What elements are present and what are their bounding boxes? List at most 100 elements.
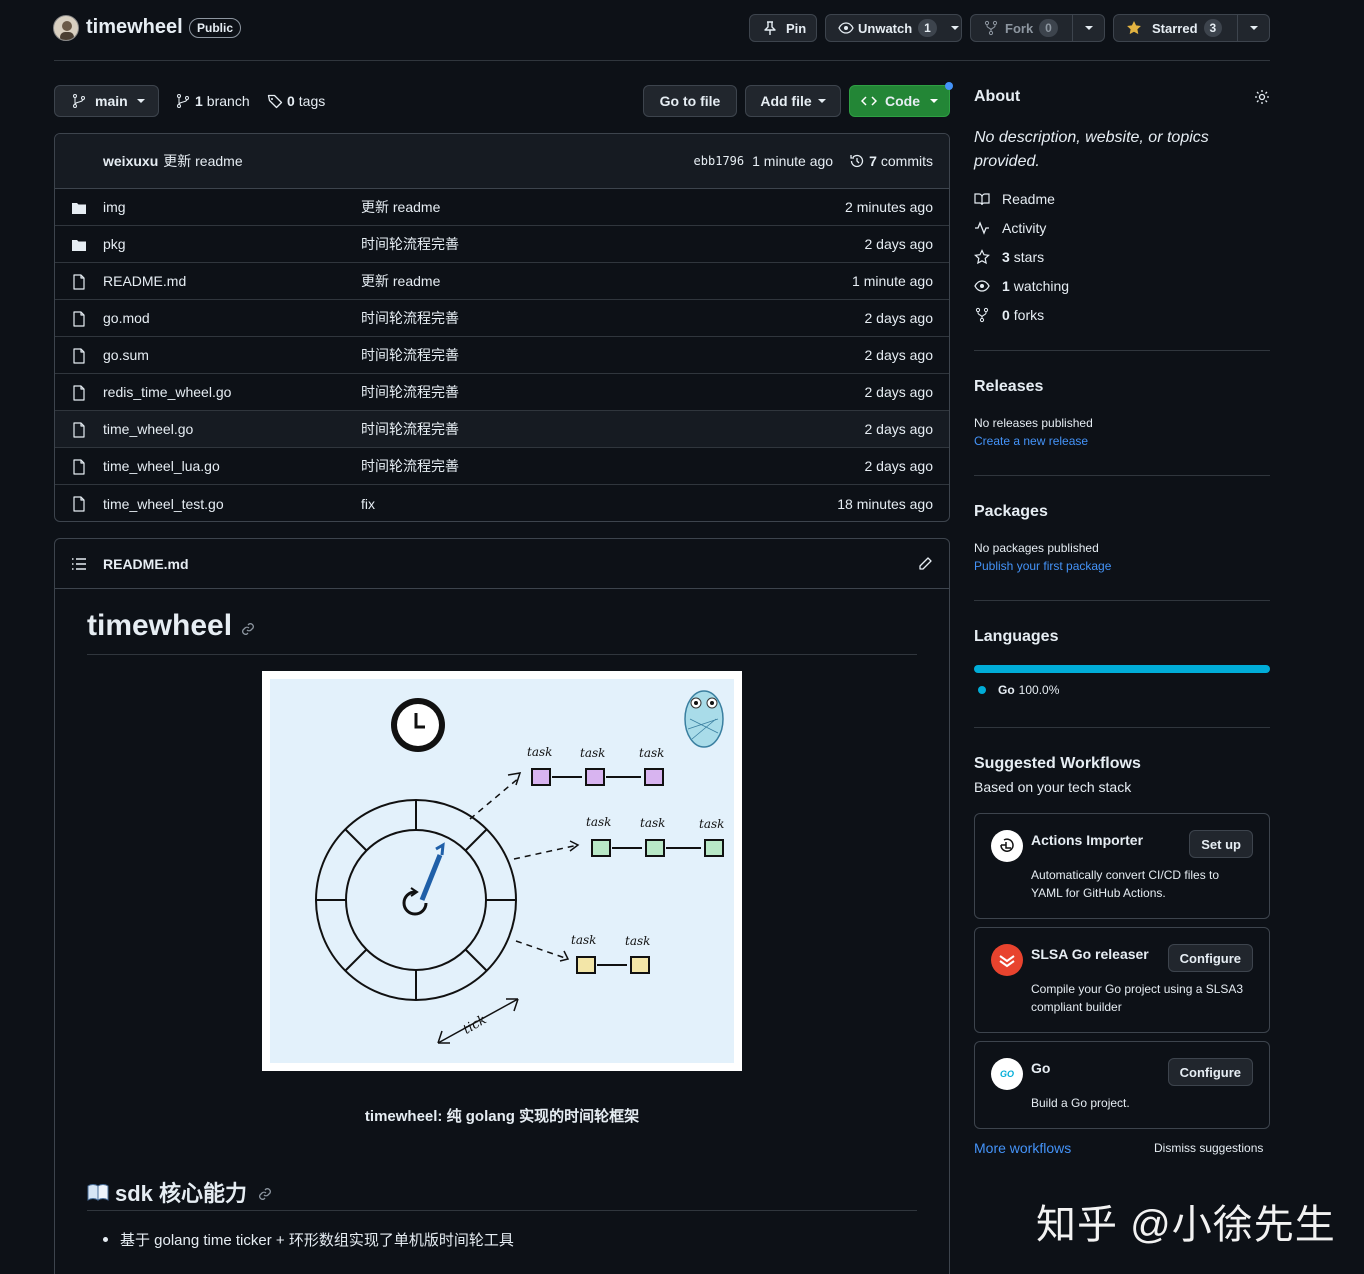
file-commit-message[interactable]: 时间轮流程完善 [361, 456, 459, 476]
readme-header: README.md [55, 539, 949, 589]
file-commit-message[interactable]: 时间轮流程完善 [361, 345, 459, 365]
file-name[interactable]: go.sum [103, 347, 149, 363]
workflows-subheading: Based on your tech stack [974, 779, 1132, 795]
commits-label[interactable]: commits [881, 153, 933, 169]
file-age: 2 days ago [864, 310, 934, 326]
watching-count: 1 [1002, 278, 1010, 294]
releases-empty: No releases published [974, 416, 1093, 430]
forks-link[interactable]: 0 forks [974, 307, 1044, 323]
commit-author[interactable]: weixuxu [103, 153, 158, 169]
pin-button[interactable]: Pin [749, 14, 817, 42]
releases-heading[interactable]: Releases [974, 378, 1043, 396]
add-file-button[interactable]: Add file [745, 85, 841, 117]
workflow-card-slsa-go-releaser: SLSA Go releaser Configure Compile your … [974, 927, 1270, 1033]
forks-count: 0 [1002, 307, 1010, 323]
file-row[interactable]: time_wheel_lua.go 时间轮流程完善 2 days ago [55, 448, 949, 485]
file-name[interactable]: img [103, 199, 126, 215]
about-description: No description, website, or topics provi… [974, 129, 1209, 170]
file-commit-message[interactable]: fix [361, 496, 375, 512]
unwatch-label: Unwatch [858, 20, 913, 36]
file-name[interactable]: go.mod [103, 310, 150, 326]
fork-dropdown[interactable] [1072, 15, 1104, 41]
chevron-down-icon [817, 99, 826, 103]
workflow-description: Build a Go project. [1031, 1096, 1130, 1110]
anchor-link-icon[interactable] [257, 1186, 273, 1202]
header-divider [54, 60, 1270, 61]
watch-count: 1 [918, 19, 937, 37]
tags-count: 0 [287, 93, 295, 109]
gear-icon[interactable] [1254, 89, 1270, 105]
readme-filename[interactable]: README.md [103, 556, 189, 572]
star-dropdown[interactable] [1237, 15, 1269, 41]
commits-count[interactable]: 7 [869, 153, 877, 169]
file-commit-message[interactable]: 更新 readme [361, 197, 440, 217]
more-workflows-link[interactable]: More workflows [974, 1140, 1071, 1156]
file-commit-message[interactable]: 时间轮流程完善 [361, 419, 459, 439]
file-row[interactable]: go.sum 时间轮流程完善 2 days ago [55, 337, 949, 374]
file-row[interactable]: redis_time_wheel.go 时间轮流程完善 2 days ago [55, 374, 949, 411]
commit-message[interactable]: 更新 readme [163, 151, 242, 171]
configure-button[interactable]: Configure [1167, 944, 1253, 972]
file-name[interactable]: README.md [103, 273, 186, 289]
file-name[interactable]: time_wheel_test.go [103, 496, 224, 512]
create-release-link[interactable]: Create a new release [974, 434, 1088, 448]
anchor-link-icon[interactable] [240, 621, 256, 637]
clock-icon [391, 698, 445, 752]
starred-button[interactable]: Starred 3 [1113, 14, 1270, 42]
publish-package-link[interactable]: Publish your first package [974, 559, 1111, 573]
packages-heading[interactable]: Packages [974, 503, 1048, 521]
pencil-icon[interactable] [917, 556, 933, 572]
file-row[interactable]: go.mod 时间轮流程完善 2 days ago [55, 300, 949, 337]
repo-name[interactable]: timewheel [86, 16, 183, 39]
list-icon[interactable] [71, 556, 87, 572]
watching-link[interactable]: 1 watching [974, 278, 1069, 294]
section-divider [87, 1210, 917, 1211]
branches-link[interactable]: 1 branch [175, 93, 250, 109]
file-row[interactable]: time_wheel.go 时间轮流程完善 2 days ago [55, 411, 949, 448]
activity-link[interactable]: Activity [974, 220, 1046, 236]
fork-icon [975, 307, 989, 323]
go-to-file-button[interactable]: Go to file [643, 85, 737, 117]
file-commit-message[interactable]: 时间轮流程完善 [361, 308, 459, 328]
avatar-icon [60, 21, 74, 40]
file-name[interactable]: time_wheel.go [103, 421, 193, 437]
file-row[interactable]: pkg 时间轮流程完善 2 days ago [55, 226, 949, 263]
repo-avatar[interactable] [53, 15, 79, 41]
task-label: task [580, 746, 605, 760]
file-name[interactable]: redis_time_wheel.go [103, 384, 231, 400]
file-age: 2 days ago [864, 458, 934, 474]
file-icon [73, 348, 85, 364]
tags-link[interactable]: 0 tags [267, 93, 325, 109]
file-row[interactable]: README.md 更新 readme 1 minute ago [55, 263, 949, 300]
code-button[interactable]: Code [849, 85, 950, 117]
file-commit-message[interactable]: 时间轮流程完善 [361, 382, 459, 402]
readme-title: timewheel [87, 609, 256, 643]
file-commit-message[interactable]: 时间轮流程完善 [361, 234, 459, 254]
dismiss-suggestions-button[interactable]: Dismiss suggestions [1154, 1141, 1263, 1155]
set-up-button[interactable]: Set up [1189, 830, 1253, 858]
chevron-down-icon [1249, 26, 1258, 30]
branch-icon [73, 94, 85, 108]
file-name[interactable]: time_wheel_lua.go [103, 458, 220, 474]
file-commit-message[interactable]: 更新 readme [361, 271, 440, 291]
open-book-icon [87, 1184, 109, 1201]
file-row[interactable]: img 更新 readme 2 minutes ago [55, 189, 949, 226]
file-name[interactable]: pkg [103, 236, 126, 252]
language-name: Go [998, 683, 1015, 697]
unwatch-button[interactable]: Unwatch 1 [825, 14, 962, 42]
language-item-go[interactable]: Go 100.0% [978, 683, 1059, 697]
chevron-down-icon [930, 99, 938, 103]
readme-title-text: timewheel [87, 609, 233, 642]
branch-select[interactable]: main [54, 85, 159, 117]
readme-link[interactable]: Readme [974, 191, 1055, 207]
zhihu-watermark: 知乎 @小徐先生 [1036, 1203, 1336, 1247]
visibility-badge: Public [189, 18, 242, 38]
task-label: task [639, 746, 664, 760]
stars-link[interactable]: 3 stars [974, 249, 1044, 265]
configure-button[interactable]: Configure [1167, 1058, 1253, 1086]
commit-hash[interactable]: ebb1796 [694, 154, 745, 168]
workflows-heading: Suggested Workflows [974, 755, 1141, 772]
packages-empty: No packages published [974, 541, 1099, 555]
file-row[interactable]: time_wheel_test.go fix 18 minutes ago [55, 485, 949, 521]
fork-button[interactable]: Fork 0 [970, 14, 1105, 42]
